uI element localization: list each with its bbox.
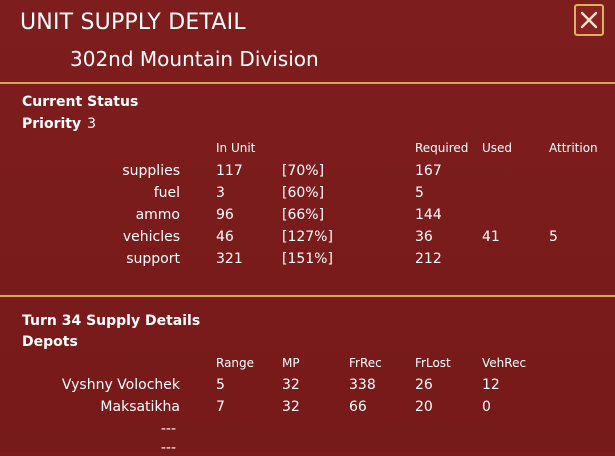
status-used: 41 bbox=[482, 229, 500, 245]
depot-range: 7 bbox=[216, 399, 225, 415]
priority-line: Priority 3 bbox=[22, 116, 96, 132]
col-header-frrec: FrRec bbox=[349, 356, 382, 370]
status-percent: [60%] bbox=[282, 185, 325, 201]
col-header-vehrec: VehRec bbox=[482, 356, 527, 370]
depot-name: Maksatikha bbox=[100, 399, 180, 415]
depot-range: 5 bbox=[216, 377, 225, 393]
status-in-unit: 3 bbox=[216, 185, 225, 201]
supply-detail-panel: UNIT SUPPLY DETAIL 302nd Mountain Divisi… bbox=[0, 0, 615, 456]
status-in-unit: 117 bbox=[216, 163, 243, 179]
depot-frlost: 20 bbox=[415, 399, 433, 415]
supply-details-heading: Turn 34 Supply Details bbox=[22, 313, 201, 329]
depot-vehrec: 12 bbox=[482, 377, 500, 393]
priority-value: 3 bbox=[87, 116, 97, 132]
depot-mp: 32 bbox=[282, 377, 300, 393]
col-header-range: Range bbox=[216, 356, 255, 370]
status-required: 144 bbox=[415, 207, 442, 223]
col-header-used: Used bbox=[482, 141, 513, 155]
status-in-unit: 46 bbox=[216, 229, 234, 245]
depot-frlost: 26 bbox=[415, 377, 433, 393]
status-required: 167 bbox=[415, 163, 442, 179]
status-in-unit: 96 bbox=[216, 207, 234, 223]
col-header-frlost: FrLost bbox=[415, 356, 451, 370]
status-row-label: ammo bbox=[135, 207, 180, 223]
depot-name: Vyshny Volochek bbox=[61, 377, 180, 393]
status-row-label: vehicles bbox=[122, 229, 180, 245]
priority-label: Priority bbox=[22, 116, 82, 132]
depot-mp: 32 bbox=[282, 399, 300, 415]
col-header-mp: MP bbox=[282, 356, 300, 370]
depot-frrec: 66 bbox=[349, 399, 367, 415]
status-row-label: support bbox=[126, 251, 180, 267]
depot-frrec: 338 bbox=[349, 377, 376, 393]
depot-name-empty: --- bbox=[160, 421, 176, 437]
status-row-label: fuel bbox=[153, 185, 180, 201]
status-row-label: supplies bbox=[122, 163, 180, 179]
depot-vehrec: 0 bbox=[482, 399, 491, 415]
col-header-attrition: Attrition bbox=[549, 141, 598, 155]
status-percent: [151%] bbox=[282, 251, 333, 267]
unit-name: 302nd Mountain Division bbox=[70, 47, 319, 71]
current-status-heading: Current Status bbox=[22, 94, 139, 110]
status-attrition: 5 bbox=[549, 229, 558, 245]
col-header-required: Required bbox=[415, 141, 469, 155]
status-in-unit: 321 bbox=[216, 251, 243, 267]
section-divider bbox=[0, 295, 615, 297]
close-button[interactable] bbox=[574, 4, 604, 36]
status-percent: [66%] bbox=[282, 207, 325, 223]
col-header-in-unit: In Unit bbox=[216, 141, 256, 155]
depots-heading: Depots bbox=[22, 334, 78, 350]
status-percent: [70%] bbox=[282, 163, 325, 179]
status-required: 5 bbox=[415, 185, 424, 201]
depot-name-empty: --- bbox=[160, 440, 176, 456]
status-required: 36 bbox=[415, 229, 433, 245]
header-divider bbox=[0, 82, 615, 84]
status-percent: [127%] bbox=[282, 229, 333, 245]
window-title: UNIT SUPPLY DETAIL bbox=[20, 10, 246, 35]
close-icon bbox=[580, 11, 598, 29]
status-required: 212 bbox=[415, 251, 442, 267]
